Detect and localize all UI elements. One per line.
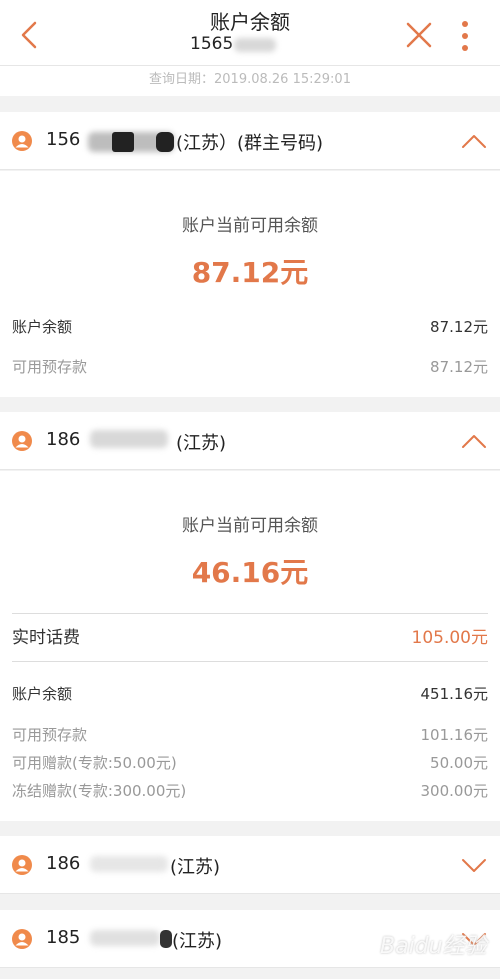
expand-button[interactable] <box>460 856 488 874</box>
account-number: 156 <box>46 129 81 150</box>
masked-number <box>112 132 134 152</box>
user-avatar-icon <box>12 431 32 451</box>
masked-number <box>234 38 276 52</box>
detail-row: 可用赠款(专款:50.00元) 50.00元 <box>12 754 488 772</box>
account-region: (江苏) <box>172 931 223 952</box>
masked-number <box>90 930 160 946</box>
masked-number <box>160 930 172 948</box>
baidu-watermark: Baidu经验 <box>380 934 487 959</box>
masked-number <box>90 430 168 448</box>
account-number: 186 <box>46 853 81 874</box>
collapse-button[interactable] <box>460 432 488 450</box>
user-avatar-icon <box>12 855 32 875</box>
close-icon <box>406 22 432 48</box>
close-button[interactable] <box>404 20 434 50</box>
account-region: (江苏) <box>170 857 221 878</box>
collapse-button[interactable] <box>460 132 488 150</box>
detail-row: 账户余额 87.12元 <box>12 318 488 336</box>
account-detail-panel: 账户当前可用余额 46.16元 实时话费 105.00元 账户余额 451.16… <box>0 471 500 821</box>
account-header[interactable]: 156 (江苏）(群主号码) <box>0 112 500 170</box>
user-avatar-icon <box>12 131 32 151</box>
detail-row: 可用预存款 87.12元 <box>12 358 488 376</box>
app-header: 账户余额 1565 <box>0 0 500 66</box>
more-vertical-icon <box>462 21 468 51</box>
detail-row: 冻结赠款(专款:300.00元) 300.00元 <box>12 782 488 800</box>
account-region: (江苏) <box>176 433 227 454</box>
detail-row: 账户余额 451.16元 <box>12 685 488 703</box>
user-avatar-icon <box>12 929 32 949</box>
divider <box>12 661 488 662</box>
account-header[interactable]: 186 (江苏) <box>0 412 500 470</box>
phone-number-subtitle: 1565 <box>190 34 234 54</box>
account-detail-panel: 账户当前可用余额 87.12元 账户余额 87.12元 可用预存款 87.12元 <box>0 171 500 397</box>
masked-number <box>90 856 168 872</box>
realtime-fee-row: 实时话费 105.00元 <box>12 628 488 648</box>
available-balance: 87.12元 <box>191 256 309 289</box>
account-number: 186 <box>46 429 81 450</box>
divider <box>12 613 488 614</box>
account-region: (江苏）(群主号码) <box>176 133 324 154</box>
account-header[interactable]: 186 (江苏) <box>0 836 500 894</box>
more-menu-button[interactable] <box>455 20 475 52</box>
available-balance: 46.16元 <box>191 556 309 589</box>
chevron-up-icon <box>462 435 486 448</box>
query-date: 查询日期：2019.08.26 15:29:01 <box>0 66 500 96</box>
masked-number <box>156 132 174 152</box>
account-number: 185 <box>46 927 81 948</box>
chevron-down-icon <box>462 859 486 872</box>
balance-label: 账户当前可用余额 <box>182 216 318 236</box>
balance-label: 账户当前可用余额 <box>182 516 318 536</box>
chevron-up-icon <box>462 135 486 148</box>
detail-row: 可用预存款 101.16元 <box>12 726 488 744</box>
